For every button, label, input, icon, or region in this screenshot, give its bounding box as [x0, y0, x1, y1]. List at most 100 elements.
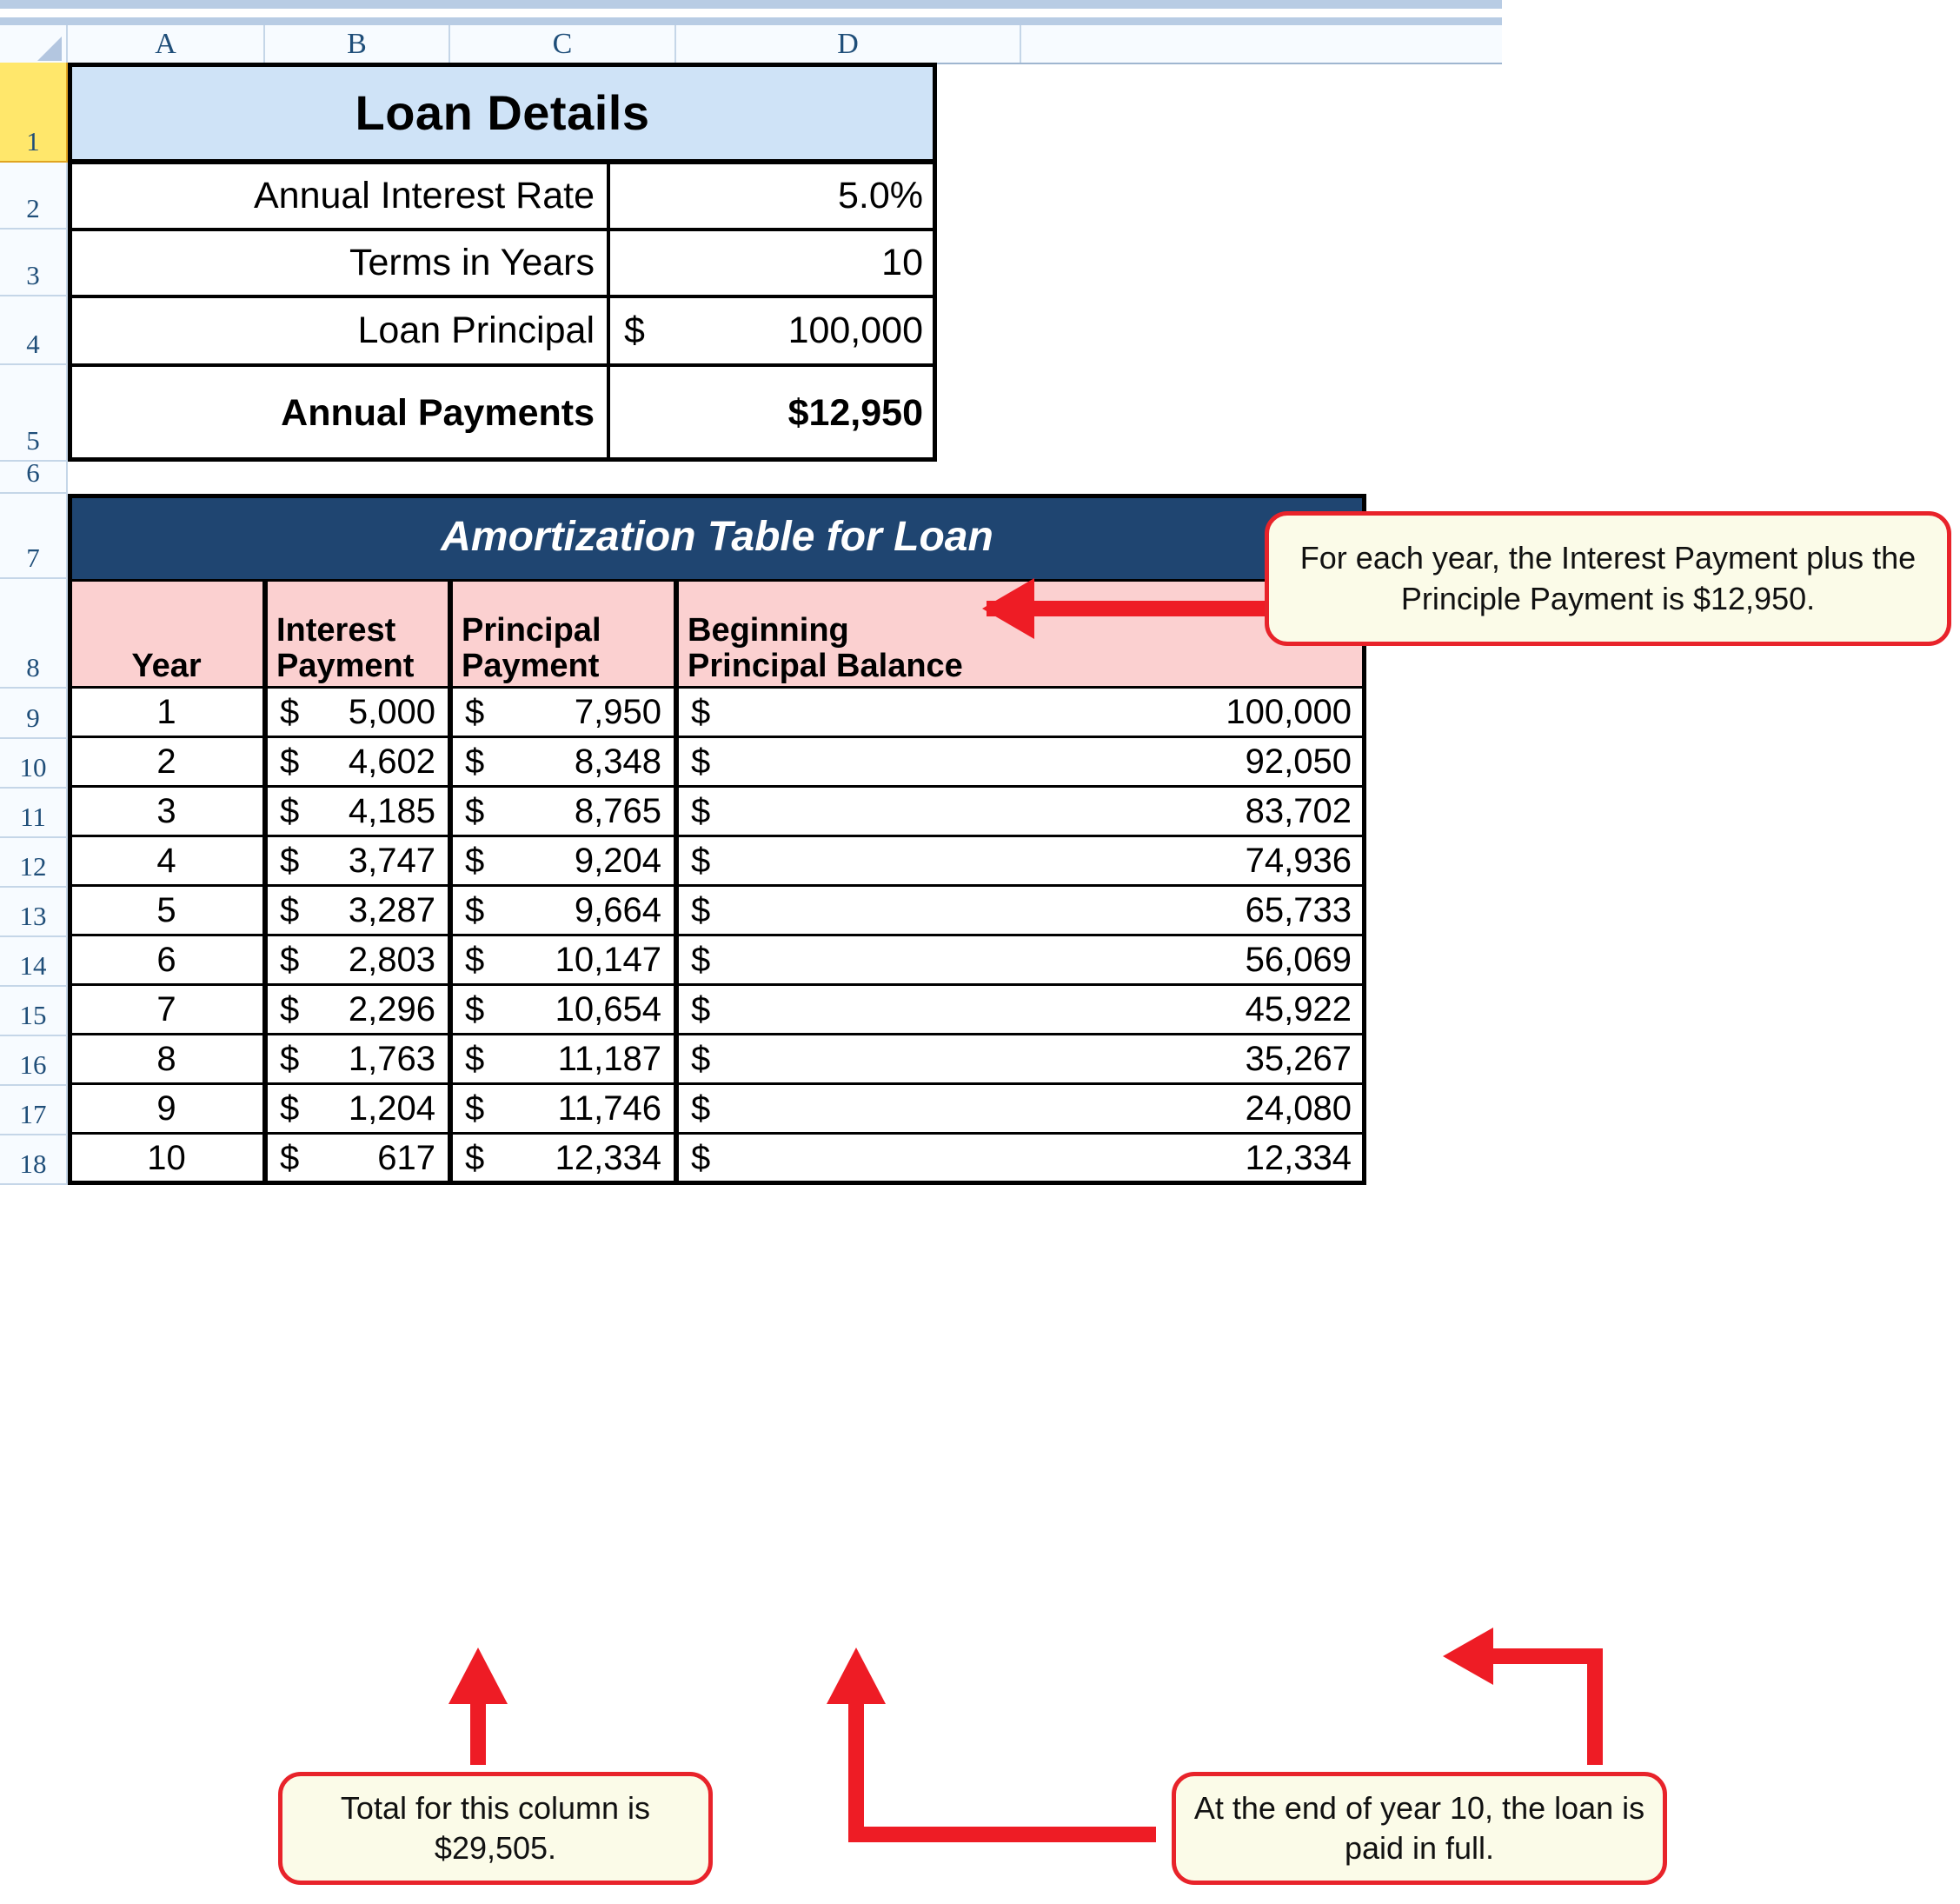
- cell-year-row-5[interactable]: 5: [68, 887, 265, 936]
- cell-beginning-principal-balance-row-2[interactable]: $92,050: [676, 738, 1366, 788]
- row-header-5[interactable]: 5: [0, 365, 68, 462]
- cell-principal-payment-row-2[interactable]: $8,348: [450, 738, 676, 788]
- row-header-8[interactable]: 8: [0, 579, 68, 689]
- cell-principal-payment-row-1[interactable]: $7,950: [450, 689, 676, 738]
- cell-year-row-6[interactable]: 6: [68, 936, 265, 986]
- row-header-2[interactable]: 2: [0, 163, 68, 230]
- currency-symbol: $: [280, 1088, 300, 1128]
- cell-value: 1,763: [348, 1039, 435, 1078]
- row-header-10[interactable]: 10: [0, 739, 68, 789]
- terms-in-years-label: Terms in Years: [68, 230, 608, 296]
- cell-beginning-principal-balance-row-10[interactable]: $12,334: [676, 1135, 1366, 1184]
- annual-payments-value[interactable]: $12,950: [608, 365, 937, 462]
- header-principal-payment: Principal Payment: [450, 579, 676, 689]
- row-header-16[interactable]: 16: [0, 1036, 68, 1086]
- cell-interest-payment-row-6[interactable]: $2,803: [265, 936, 450, 986]
- cell-interest-payment-row-10[interactable]: $617: [265, 1135, 450, 1184]
- row-header-11[interactable]: 11: [0, 789, 68, 838]
- annual-interest-rate-value[interactable]: 5.0%: [608, 163, 937, 230]
- cell-value: 11,746: [557, 1088, 661, 1128]
- cell-principal-payment-row-6[interactable]: $10,147: [450, 936, 676, 986]
- cell-interest-payment-row-2[interactable]: $4,602: [265, 738, 450, 788]
- cell-year-row-10[interactable]: 10: [68, 1135, 265, 1184]
- cell-principal-payment-row-4[interactable]: $9,204: [450, 837, 676, 887]
- cell-value: 617: [377, 1138, 435, 1177]
- loan-principal-value[interactable]: $ 100,000: [608, 296, 937, 365]
- currency-symbol: $: [465, 791, 485, 830]
- cell-principal-payment-row-5[interactable]: $9,664: [450, 887, 676, 936]
- cell-value: 11,187: [557, 1039, 661, 1078]
- select-all-corner[interactable]: [0, 25, 68, 63]
- row-header-14[interactable]: 14: [0, 937, 68, 987]
- row-header-9[interactable]: 9: [0, 689, 68, 739]
- cell-beginning-principal-balance-row-5[interactable]: $65,733: [676, 887, 1366, 936]
- row-header-15[interactable]: 15: [0, 987, 68, 1036]
- callout-annual-payment: For each year, the Interest Payment plus…: [1265, 511, 1951, 646]
- cell-value: 12,334: [555, 1138, 661, 1177]
- row-header-1[interactable]: 1: [0, 63, 68, 163]
- row-header-7[interactable]: 7: [0, 494, 68, 579]
- currency-symbol: $: [280, 841, 300, 880]
- cell-interest-payment-row-7[interactable]: $2,296: [265, 986, 450, 1035]
- currency-symbol: $: [280, 1039, 300, 1078]
- row-header-13[interactable]: 13: [0, 888, 68, 937]
- cell-beginning-principal-balance-row-6[interactable]: $56,069: [676, 936, 1366, 986]
- header-year: Year: [68, 579, 265, 689]
- annual-interest-rate-label: Annual Interest Rate: [68, 163, 608, 230]
- cell-interest-payment-row-5[interactable]: $3,287: [265, 887, 450, 936]
- cell-value: 74,936: [1245, 841, 1352, 880]
- callout-paid-in-full: At the end of year 10, the loan is paid …: [1172, 1772, 1667, 1885]
- column-header-a[interactable]: A: [68, 25, 265, 63]
- cell-year-row-7[interactable]: 7: [68, 986, 265, 1035]
- cell-beginning-principal-balance-row-1[interactable]: $100,000: [676, 689, 1366, 738]
- currency-symbol: $: [465, 1138, 485, 1177]
- header-year-label: Year: [131, 647, 202, 684]
- row-header-18[interactable]: 18: [0, 1135, 68, 1185]
- cell-beginning-principal-balance-row-7[interactable]: $45,922: [676, 986, 1366, 1035]
- terms-in-years-value[interactable]: 10: [608, 230, 937, 296]
- column-header-c[interactable]: C: [450, 25, 676, 63]
- cell-beginning-principal-balance-row-8[interactable]: $35,267: [676, 1035, 1366, 1085]
- cell-beginning-principal-balance-row-9[interactable]: $24,080: [676, 1085, 1366, 1135]
- cell-value: 4,602: [348, 742, 435, 781]
- row-header-4[interactable]: 4: [0, 296, 68, 365]
- header-interest-payment: Interest Payment: [265, 579, 450, 689]
- header-balance-line1: Beginning: [688, 611, 849, 649]
- cell-interest-payment-row-3[interactable]: $4,185: [265, 788, 450, 837]
- cell-principal-payment-row-3[interactable]: $8,765: [450, 788, 676, 837]
- currency-symbol: $: [465, 742, 485, 781]
- cell-year-row-2[interactable]: 2: [68, 738, 265, 788]
- column-header-spacer: [1021, 25, 1502, 63]
- currency-symbol: $: [465, 890, 485, 929]
- cell-interest-payment-row-4[interactable]: $3,747: [265, 837, 450, 887]
- row-header-12[interactable]: 12: [0, 838, 68, 888]
- amortization-title: Amortization Table for Loan: [68, 494, 1366, 579]
- cell-year-row-3[interactable]: 3: [68, 788, 265, 837]
- currency-symbol: $: [691, 989, 711, 1029]
- cell-interest-payment-row-9[interactable]: $1,204: [265, 1085, 450, 1135]
- top-gap-strip: [0, 9, 1502, 17]
- currency-symbol: $: [280, 692, 300, 731]
- cell-principal-payment-row-9[interactable]: $11,746: [450, 1085, 676, 1135]
- cell-value: 35,267: [1245, 1039, 1352, 1078]
- cell-year-row-4[interactable]: 4: [68, 837, 265, 887]
- cell-principal-payment-row-8[interactable]: $11,187: [450, 1035, 676, 1085]
- cell-value: 8,765: [574, 791, 661, 830]
- cell-beginning-principal-balance-row-4[interactable]: $74,936: [676, 837, 1366, 887]
- row-header-6[interactable]: 6: [0, 457, 68, 494]
- cell-year-row-9[interactable]: 9: [68, 1085, 265, 1135]
- cell-principal-payment-row-10[interactable]: $12,334: [450, 1135, 676, 1184]
- row-header-17[interactable]: 17: [0, 1086, 68, 1135]
- cell-value: 24,080: [1245, 1088, 1352, 1128]
- cell-principal-payment-row-7[interactable]: $10,654: [450, 986, 676, 1035]
- currency-symbol: $: [691, 1138, 711, 1177]
- row-header-3[interactable]: 3: [0, 230, 68, 296]
- cell-interest-payment-row-1[interactable]: $5,000: [265, 689, 450, 738]
- cell-interest-payment-row-8[interactable]: $1,763: [265, 1035, 450, 1085]
- cell-beginning-principal-balance-row-3[interactable]: $83,702: [676, 788, 1366, 837]
- column-header-b[interactable]: B: [265, 25, 450, 63]
- column-header-d[interactable]: D: [676, 25, 1021, 63]
- cell-year-row-8[interactable]: 8: [68, 1035, 265, 1085]
- cell-year-row-1[interactable]: 1: [68, 689, 265, 738]
- currency-symbol: $: [465, 1088, 485, 1128]
